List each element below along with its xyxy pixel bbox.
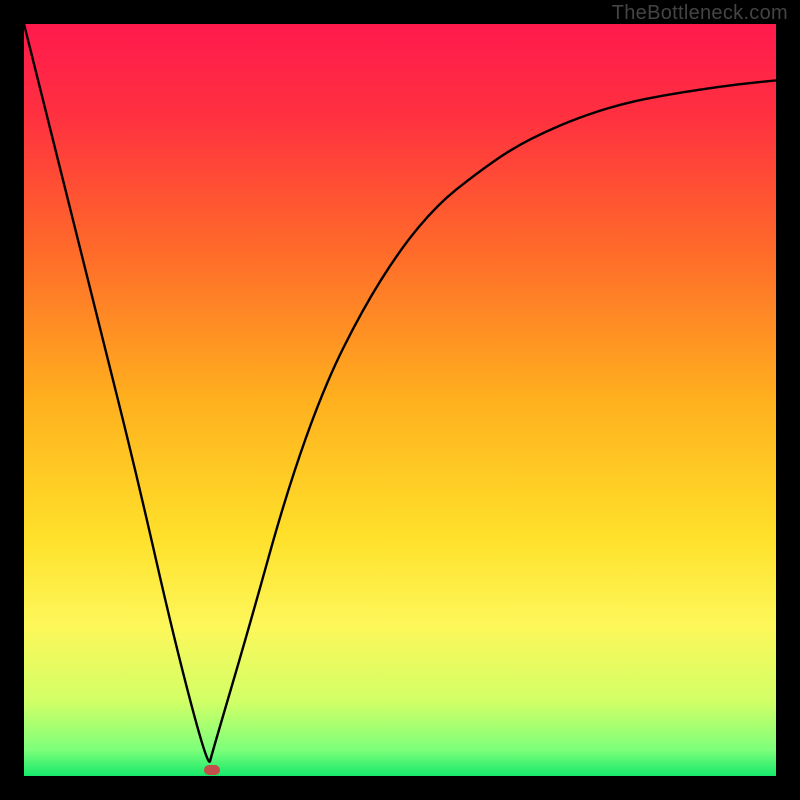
gradient-rect <box>24 24 776 776</box>
watermark-label: TheBottleneck.com <box>612 2 788 25</box>
bottleneck-chart <box>24 24 776 776</box>
chart-frame <box>24 24 776 776</box>
min-marker <box>204 765 220 775</box>
